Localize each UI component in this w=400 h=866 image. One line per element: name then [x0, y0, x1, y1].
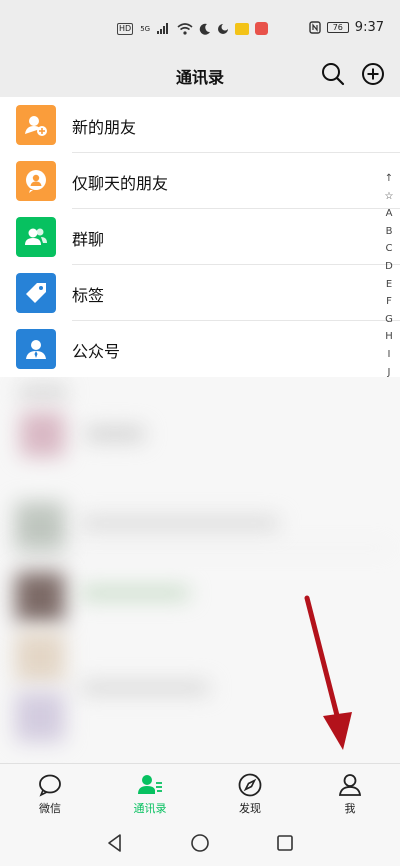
tab-contacts[interactable]: 通讯录	[100, 764, 200, 821]
index-star[interactable]: ☆	[385, 188, 394, 206]
chat-only-friend-icon	[16, 161, 56, 201]
index-letter[interactable]: H	[385, 328, 393, 346]
blurred-contact-list	[0, 377, 400, 763]
group-chat-icon	[16, 217, 56, 257]
tab-me[interactable]: 我	[300, 764, 400, 821]
tag-icon	[16, 273, 56, 313]
system-navigation-bar	[0, 821, 400, 866]
nfc-icon	[309, 21, 321, 34]
app-notification-icon	[255, 22, 269, 35]
tab-chats[interactable]: 微信	[0, 764, 100, 821]
list-item-official-accounts[interactable]: 公众号	[0, 321, 400, 377]
tab-discover[interactable]: 发现	[200, 764, 300, 821]
official-account-icon	[16, 329, 56, 369]
index-letter[interactable]: A	[386, 205, 393, 223]
person-icon	[338, 774, 362, 796]
tab-label: 发现	[239, 802, 261, 815]
tab-label: 我	[344, 802, 356, 815]
clock: 9:37	[354, 20, 384, 35]
tab-label: 通讯录	[133, 802, 167, 815]
index-letter[interactable]: D	[385, 258, 393, 276]
contacts-function-list: 新的朋友 仅聊天的朋友 群聊 标签 公众号	[0, 97, 400, 377]
wifi-icon	[177, 22, 193, 35]
list-item-label: 公众号	[72, 342, 121, 361]
battery-indicator: 76	[326, 22, 349, 33]
chat-bubble-icon	[39, 774, 61, 797]
back-icon[interactable]	[103, 831, 127, 855]
hd-badge: HD	[117, 22, 134, 35]
contacts-icon	[138, 775, 162, 794]
alphabet-index-bar[interactable]: ↑ ☆ A B C D E F G H I J	[382, 170, 396, 381]
moon-icon	[199, 23, 211, 35]
index-letter[interactable]: I	[388, 346, 391, 364]
list-item-label: 标签	[72, 286, 105, 305]
list-item-chat-only-friends[interactable]: 仅聊天的朋友	[0, 153, 400, 209]
index-letter[interactable]: B	[386, 223, 393, 241]
leaf-icon	[218, 23, 229, 34]
bottom-tab-bar: 微信 通讯录 发现 我	[0, 763, 400, 821]
list-item-group-chats[interactable]: 群聊	[0, 209, 400, 265]
status-indicators: HD 5G	[117, 22, 269, 35]
index-letter[interactable]: F	[386, 293, 392, 311]
search-icon[interactable]	[319, 60, 347, 88]
list-item-new-friends[interactable]: 新的朋友	[0, 97, 400, 153]
index-letter[interactable]: G	[385, 311, 393, 329]
title-bar: 通讯录	[0, 56, 400, 98]
list-item-label: 群聊	[72, 230, 105, 249]
list-item-label: 仅聊天的朋友	[72, 174, 169, 193]
signal-icon	[157, 23, 171, 34]
status-bar: HD 5G 76 9:37	[0, 0, 400, 56]
network-badge: 5G	[140, 24, 151, 33]
index-up[interactable]: ↑	[385, 170, 393, 188]
recents-icon[interactable]	[273, 831, 297, 855]
list-item-tags[interactable]: 标签	[0, 265, 400, 321]
status-right: 76 9:37	[309, 20, 384, 35]
app-notification-icon	[235, 22, 250, 35]
new-friend-icon	[16, 105, 56, 145]
list-item-label: 新的朋友	[72, 118, 137, 137]
compass-icon	[238, 773, 262, 797]
tab-label: 微信	[39, 802, 61, 815]
index-letter[interactable]: C	[386, 240, 393, 258]
index-letter[interactable]: E	[386, 276, 392, 294]
add-circle-icon[interactable]	[359, 60, 387, 88]
home-icon[interactable]	[188, 831, 212, 855]
